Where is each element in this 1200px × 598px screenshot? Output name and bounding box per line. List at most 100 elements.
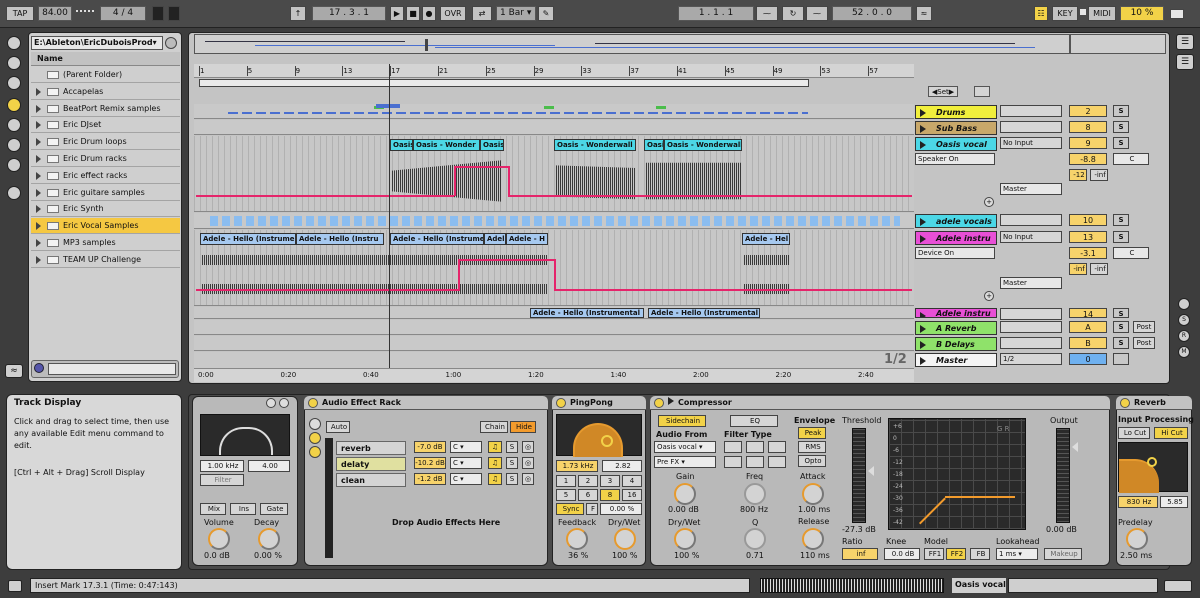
punch-in-button[interactable]: ⁓ — [756, 6, 778, 21]
track-name[interactable]: B Delays — [915, 337, 997, 351]
browser-item[interactable]: Eric DJset — [31, 117, 180, 134]
loop-button[interactable]: ↻ — [782, 6, 804, 21]
solo-button[interactable]: S — [1113, 337, 1129, 349]
track-name[interactable]: Sub Bass — [915, 121, 997, 135]
rack-hide-button[interactable]: Hide — [510, 421, 536, 433]
chain-volume[interactable]: -7.0 dB — [414, 441, 446, 453]
prefx-menu[interactable]: Pre FX ▾ — [654, 456, 716, 468]
browser-item[interactable]: BeatPort Remix samples — [31, 100, 180, 117]
envelope-rms-button[interactable]: RMS — [798, 441, 826, 453]
compressor-title-bar[interactable]: Compressor — [650, 396, 1110, 410]
expand-triangle-icon[interactable] — [36, 188, 41, 197]
sidechain-eq-button[interactable]: EQ — [730, 415, 778, 427]
solo-button[interactable]: S — [1113, 105, 1129, 117]
output-meter[interactable] — [1056, 428, 1070, 523]
browser-path-button[interactable] — [165, 37, 177, 49]
browser-item[interactable]: TEAM UP Challenge — [31, 251, 180, 268]
chain-solo-button[interactable]: S — [506, 473, 518, 485]
solo-button[interactable]: S — [1113, 308, 1129, 318]
expand-triangle-icon[interactable] — [36, 121, 41, 130]
ovr-button[interactable]: OVR — [440, 6, 466, 21]
model-fb-button[interactable]: FB — [970, 548, 990, 560]
pingpong-beat-button[interactable]: 4 — [622, 475, 642, 487]
stop-button[interactable]: ■ — [406, 6, 420, 21]
device-browser-icon[interactable] — [7, 56, 21, 70]
session-view-toggle[interactable]: ☰ — [1176, 34, 1194, 50]
filter-type-lp[interactable] — [724, 441, 742, 453]
overview-strip[interactable] — [194, 34, 1070, 54]
pingpong-beat-button[interactable]: 5 — [556, 489, 576, 501]
clip-oasis-4[interactable]: Oasis - Wonderwall — [554, 139, 636, 151]
mixer-toggle[interactable]: M — [1178, 346, 1190, 358]
chain-headphone-icon[interactable]: ◎ — [522, 457, 534, 469]
clip-adele-4[interactable]: Adele — [484, 233, 506, 245]
quantize-menu[interactable]: 1 Bar ▾ — [496, 6, 536, 21]
chain-solo-button[interactable]: S — [506, 441, 518, 453]
track-fold-icon[interactable] — [920, 325, 926, 333]
expand-triangle-icon[interactable] — [36, 255, 41, 264]
loop-start[interactable]: 1 . 1 . 1 — [678, 6, 754, 21]
rack-chain-button[interactable]: Chain — [480, 421, 508, 433]
clip-oasis-1[interactable]: Oasis — [390, 139, 413, 151]
clip-oasis-6[interactable]: Oasis - Wonderwall — [664, 139, 742, 151]
clip-adele-lower-1[interactable]: Adele - Hello (Instrumental — [530, 308, 644, 318]
solo-button[interactable]: S — [1113, 321, 1129, 333]
chain-pan[interactable]: C ▾ — [450, 441, 482, 453]
track-fold-icon[interactable] — [920, 125, 926, 133]
ratio-field[interactable]: inf — [842, 548, 878, 560]
track-gain[interactable]: -3.1 — [1069, 247, 1107, 259]
rack-chain-row[interactable]: delaty — [336, 457, 406, 471]
follow-button[interactable] — [168, 6, 180, 21]
clip-adele-5[interactable]: Adele - H — [506, 233, 548, 245]
output-routing-menu[interactable]: Master — [1000, 277, 1062, 289]
track-volume[interactable]: 2 — [1069, 105, 1107, 117]
model-ff2-button[interactable]: FF2 — [946, 548, 966, 560]
track-io-slot[interactable] — [1000, 308, 1062, 320]
eq-ins-button[interactable]: Ins — [230, 503, 256, 515]
chain-pan[interactable]: C ▾ — [450, 457, 482, 469]
filter-type-bp[interactable] — [746, 441, 764, 453]
clip-oasis-5[interactable]: Oasis — [644, 139, 664, 151]
record-button[interactable]: ● — [422, 6, 436, 21]
chain-headphone-icon[interactable]: ◎ — [522, 441, 534, 453]
pingpong-beat-button[interactable]: 6 — [578, 489, 598, 501]
predelay-knob[interactable] — [1126, 528, 1148, 550]
returns-toggle[interactable]: R — [1178, 330, 1190, 342]
track-fold-icon[interactable] — [920, 218, 926, 226]
clip-adele-6[interactable]: Adele - Hel — [742, 233, 790, 245]
pingpong-freq-field[interactable]: 1.73 kHz — [556, 460, 598, 472]
arrangement-view-toggle[interactable]: ☰ — [1176, 54, 1194, 70]
pingpong-beat-button[interactable]: 1 — [556, 475, 576, 487]
folder-4-icon[interactable] — [7, 158, 21, 172]
track-io-slot[interactable]: 1/2 — [1000, 353, 1062, 365]
sig-numerator[interactable]: 4 — [113, 8, 119, 18]
track-volume[interactable]: 13 — [1069, 231, 1107, 243]
chain-speaker-icon[interactable]: ♫ — [488, 473, 502, 485]
overview-zoom-region[interactable] — [1070, 34, 1166, 54]
track-gain[interactable]: -8.8 — [1069, 153, 1107, 165]
lock-button[interactable] — [974, 86, 990, 97]
track-io-slot[interactable] — [1000, 214, 1062, 226]
reverb-filter-handle[interactable] — [1147, 457, 1157, 467]
loop-brace[interactable] — [199, 79, 809, 87]
lane-sub-bass[interactable] — [194, 120, 914, 135]
eq-decay-knob[interactable] — [258, 528, 280, 550]
expand-triangle-icon[interactable] — [36, 171, 41, 180]
tempo-field[interactable]: 84.00 — [38, 6, 72, 21]
track-pan[interactable]: C — [1113, 153, 1149, 165]
track-fold-icon[interactable] — [920, 109, 926, 117]
pingpong-power-icon[interactable] — [556, 398, 566, 408]
browser-item[interactable]: Eric Drum racks — [31, 151, 180, 167]
rack-auto-button[interactable]: Auto — [326, 421, 350, 433]
track-name[interactable]: Drums — [915, 105, 997, 119]
chain-speaker-icon[interactable]: ♫ — [488, 441, 502, 453]
browser-toggle-icon[interactable] — [7, 36, 21, 50]
track-io-slot[interactable]: No Input — [1000, 137, 1062, 149]
chain-volume[interactable]: -1.2 dB — [414, 473, 446, 485]
audio-from-menu[interactable]: Oasis vocal ▾ — [654, 441, 716, 453]
browser-item[interactable]: Eric effect racks — [31, 167, 180, 184]
threshold-meter[interactable] — [852, 428, 866, 523]
track-fold-icon[interactable] — [920, 235, 926, 243]
pingpong-width-field[interactable]: 2.82 — [602, 460, 642, 472]
expand-triangle-icon[interactable] — [36, 104, 41, 113]
